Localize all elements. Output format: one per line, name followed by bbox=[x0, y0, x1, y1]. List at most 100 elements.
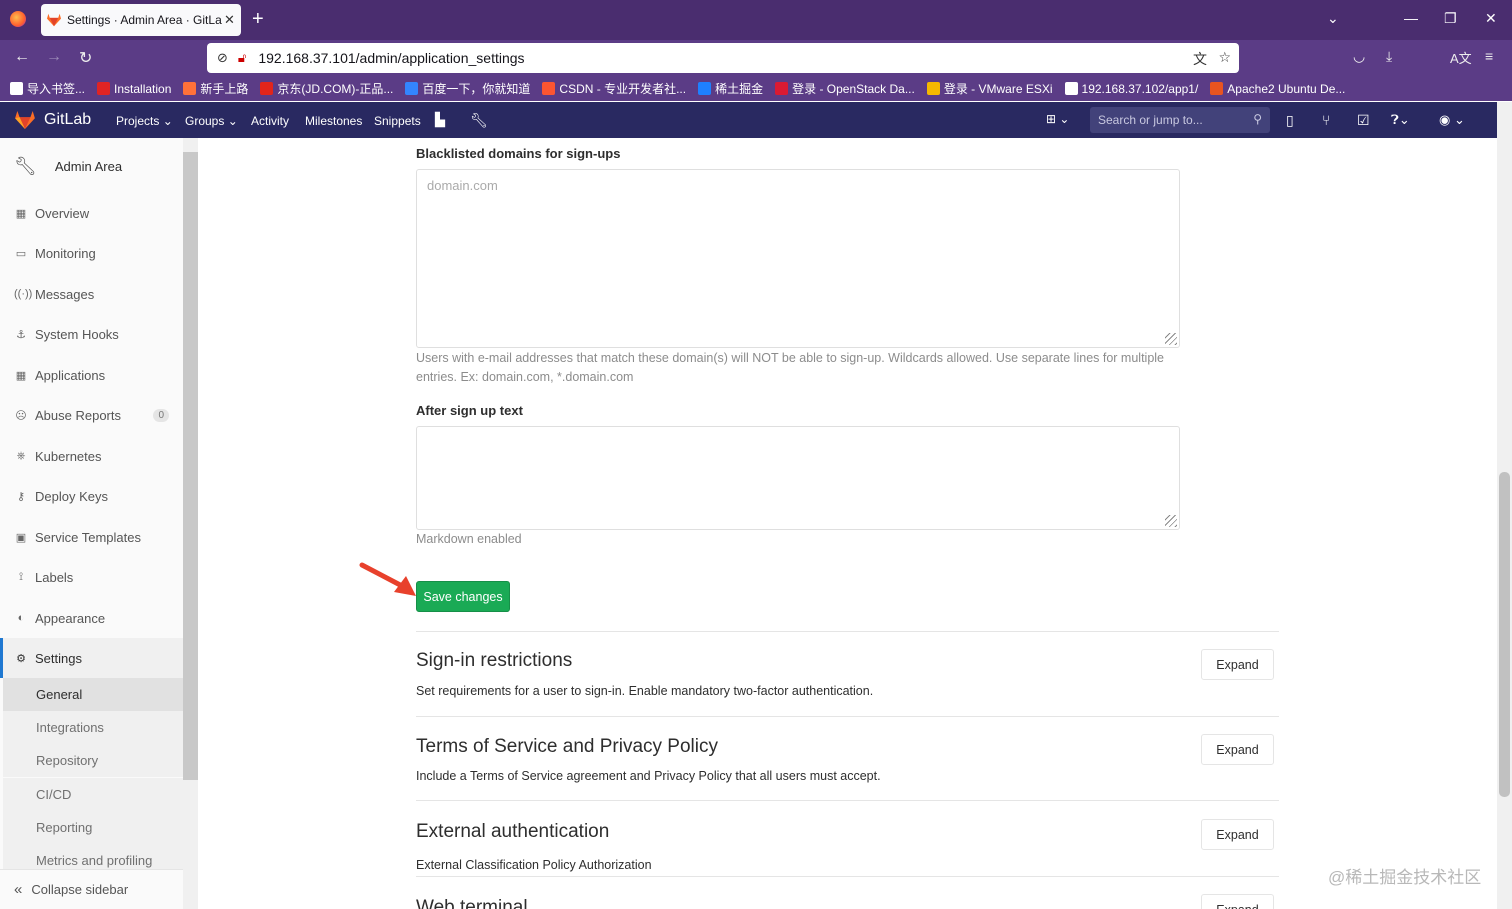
sidebar-item-labels[interactable]: ⟟ Labels bbox=[0, 557, 183, 597]
bookmark-item[interactable]: 百度一下，你就知道 bbox=[405, 80, 530, 97]
bookmark-favicon-icon bbox=[405, 82, 419, 95]
sidebar-item-service-templates[interactable]: ▣ Service Templates bbox=[0, 517, 183, 557]
bookmark-label: CSDN - 专业开发者社... bbox=[559, 82, 687, 96]
bookmark-item[interactable]: 导入书签... bbox=[10, 80, 85, 97]
gitlab-brand[interactable]: GitLab bbox=[44, 111, 91, 129]
sidebar-scroll-thumb[interactable] bbox=[183, 152, 198, 780]
download-icon[interactable]: ⤓ bbox=[1386, 48, 1392, 65]
sidebar-item-appearance[interactable]: ◐ Appearance bbox=[0, 598, 183, 638]
nav-groups[interactable]: Groups ⌄ bbox=[185, 114, 238, 128]
bookmark-item[interactable]: 稀土掘金 bbox=[698, 80, 763, 97]
sidebar-item-monitoring[interactable]: ▭ Monitoring bbox=[0, 233, 183, 273]
sidebar-subitem-ci-cd[interactable]: CI/CD bbox=[3, 778, 183, 811]
gitlab-favicon-icon bbox=[47, 13, 61, 27]
avatar[interactable]: ◉ ⌄ bbox=[1439, 112, 1465, 128]
browser-tab[interactable]: Settings · Admin Area · GitLab ✕ bbox=[41, 4, 241, 36]
sidebar-subitem-general[interactable]: General bbox=[3, 678, 183, 711]
save-changes-button[interactable]: Save changes bbox=[416, 581, 510, 612]
sidebar-item-deploy-keys[interactable]: ⚷ Deploy Keys bbox=[0, 476, 183, 516]
double-chevron-left-icon: « bbox=[14, 881, 23, 898]
template-icon: ▣ bbox=[15, 531, 27, 544]
url-text[interactable]: 192.168.37.101/admin/application_setting… bbox=[258, 50, 524, 66]
sidebar-header[interactable]: 🔧︎ Admin Area bbox=[14, 156, 122, 177]
expand-button[interactable]: Expand bbox=[1201, 894, 1274, 909]
new-item-icon[interactable]: ⊞ ⌄ bbox=[1046, 112, 1069, 126]
pocket-icon[interactable]: ◡ bbox=[1353, 48, 1365, 65]
sidebar-subitem-integrations[interactable]: Integrations bbox=[3, 711, 183, 744]
bookmark-item[interactable]: 192.168.37.102/app1/ bbox=[1064, 82, 1198, 96]
bookmark-item[interactable]: Apache2 Ubuntu De... bbox=[1210, 82, 1345, 96]
expand-button[interactable]: Expand bbox=[1201, 649, 1274, 680]
merge-request-icon[interactable]: ⑂ bbox=[1322, 112, 1330, 128]
forward-icon[interactable]: → bbox=[46, 48, 62, 66]
bookmark-item[interactable]: 登录 - OpenStack Da... bbox=[775, 80, 915, 97]
resize-handle-icon[interactable] bbox=[1165, 333, 1177, 345]
gitlab-logo-icon[interactable] bbox=[14, 111, 36, 129]
collapse-sidebar-button[interactable]: « Collapse sidebar bbox=[0, 869, 183, 909]
label-icon: ⟟ bbox=[18, 570, 24, 583]
maximize-icon[interactable]: ❐ bbox=[1444, 10, 1457, 27]
insecure-lock-icon[interactable]: 🔓︎ bbox=[238, 50, 246, 66]
close-tab-icon[interactable]: ✕ bbox=[224, 12, 235, 28]
wrench-icon: 🔧︎ bbox=[14, 156, 37, 176]
bookmark-favicon-icon bbox=[10, 82, 23, 95]
firefox-icon[interactable] bbox=[10, 11, 26, 27]
chart-icon[interactable]: ▙ bbox=[435, 112, 445, 128]
nav-snippets[interactable]: Snippets bbox=[374, 114, 421, 128]
expand-button[interactable]: Expand bbox=[1201, 734, 1274, 765]
bookmark-star-icon[interactable]: ☆ bbox=[1218, 49, 1231, 66]
blacklist-textarea[interactable]: domain.com bbox=[416, 169, 1180, 348]
admin-wrench-icon[interactable]: 🔧︎ bbox=[470, 112, 488, 129]
section-description: Include a Terms of Service agreement and… bbox=[416, 769, 881, 783]
sidebar-item-messages[interactable]: ((·)) Messages bbox=[0, 274, 183, 314]
reload-icon[interactable]: ↻ bbox=[79, 48, 92, 68]
watermark: @稀土掘金技术社区 bbox=[1328, 868, 1482, 887]
bookmark-item[interactable]: CSDN - 专业开发者社... bbox=[542, 80, 686, 97]
sidebar-item-abuse-reports[interactable]: ☹ Abuse Reports 0 bbox=[0, 395, 183, 435]
back-icon[interactable]: ← bbox=[14, 48, 30, 66]
todo-icon[interactable]: ☑ bbox=[1357, 112, 1370, 129]
tab-list-icon[interactable]: ⌄ bbox=[1327, 10, 1339, 27]
sidebar-item-system-hooks[interactable]: ⚓ System Hooks bbox=[0, 314, 183, 354]
new-tab-icon[interactable]: + bbox=[252, 8, 264, 31]
red-arrow-annotation bbox=[359, 562, 416, 596]
url-bar[interactable]: ⊘ 🔓︎ 192.168.37.101/admin/application_se… bbox=[207, 43, 1239, 73]
issues-icon[interactable]: ▯ bbox=[1286, 112, 1294, 129]
translate-extension-icon[interactable]: A文 bbox=[1450, 48, 1472, 67]
sidebar-item-kubernetes[interactable]: ⎈ Kubernetes bbox=[0, 436, 183, 476]
sidebar-item-applications[interactable]: ▦ Applications bbox=[0, 355, 183, 395]
help-icon[interactable]: ❓︎⌄ bbox=[1391, 112, 1410, 128]
minimize-icon[interactable]: — bbox=[1404, 10, 1418, 26]
tracking-shield-icon[interactable]: ⊘ bbox=[217, 50, 228, 66]
nav-milestones[interactable]: Milestones bbox=[305, 114, 362, 128]
bookmark-item[interactable]: 新手上路 bbox=[183, 80, 248, 97]
resize-handle-icon[interactable] bbox=[1165, 515, 1177, 527]
bookmark-item[interactable]: 京东(JD.COM)-正品... bbox=[260, 80, 393, 97]
bookmark-item[interactable]: 登录 - VMware ESXi bbox=[926, 80, 1053, 97]
sidebar-subitem-repository[interactable]: Repository bbox=[3, 744, 183, 777]
translate-icon[interactable]: 文 bbox=[1193, 49, 1207, 69]
bookmark-label: 登录 - VMware ESXi bbox=[943, 82, 1053, 96]
menu-icon[interactable]: ≡ bbox=[1485, 48, 1493, 64]
after-signup-textarea[interactable] bbox=[416, 426, 1180, 530]
bookmark-favicon-icon bbox=[698, 82, 712, 95]
bookmark-favicon-icon bbox=[926, 82, 940, 95]
section-description: Set requirements for a user to sign-in. … bbox=[416, 684, 874, 698]
sidebar-item-label: Labels bbox=[35, 569, 74, 585]
close-window-icon[interactable]: ✕ bbox=[1485, 10, 1497, 27]
expand-button[interactable]: Expand bbox=[1201, 819, 1274, 850]
sidebar-item-label: Monitoring bbox=[35, 245, 96, 261]
markdown-help: Markdown enabled bbox=[416, 532, 522, 546]
sidebar-subitem-reporting[interactable]: Reporting bbox=[3, 811, 183, 844]
bookmark-item[interactable]: Installation bbox=[97, 82, 171, 96]
search-input[interactable]: Search or jump to... ⚲ bbox=[1090, 107, 1270, 133]
sidebar-item-label: System Hooks bbox=[35, 326, 119, 342]
sidebar-item-overview[interactable]: ▦ Overview bbox=[0, 193, 183, 233]
page-scroll-thumb[interactable] bbox=[1499, 472, 1510, 797]
sidebar-item-settings[interactable]: ⚙ Settings bbox=[0, 638, 183, 678]
nav-activity[interactable]: Activity bbox=[251, 114, 289, 128]
bookmark-label: 登录 - OpenStack Da... bbox=[792, 82, 915, 96]
nav-projects[interactable]: Projects ⌄ bbox=[116, 114, 173, 128]
bookmark-label: 导入书签... bbox=[27, 82, 86, 96]
bookmark-favicon-icon bbox=[1064, 82, 1078, 95]
